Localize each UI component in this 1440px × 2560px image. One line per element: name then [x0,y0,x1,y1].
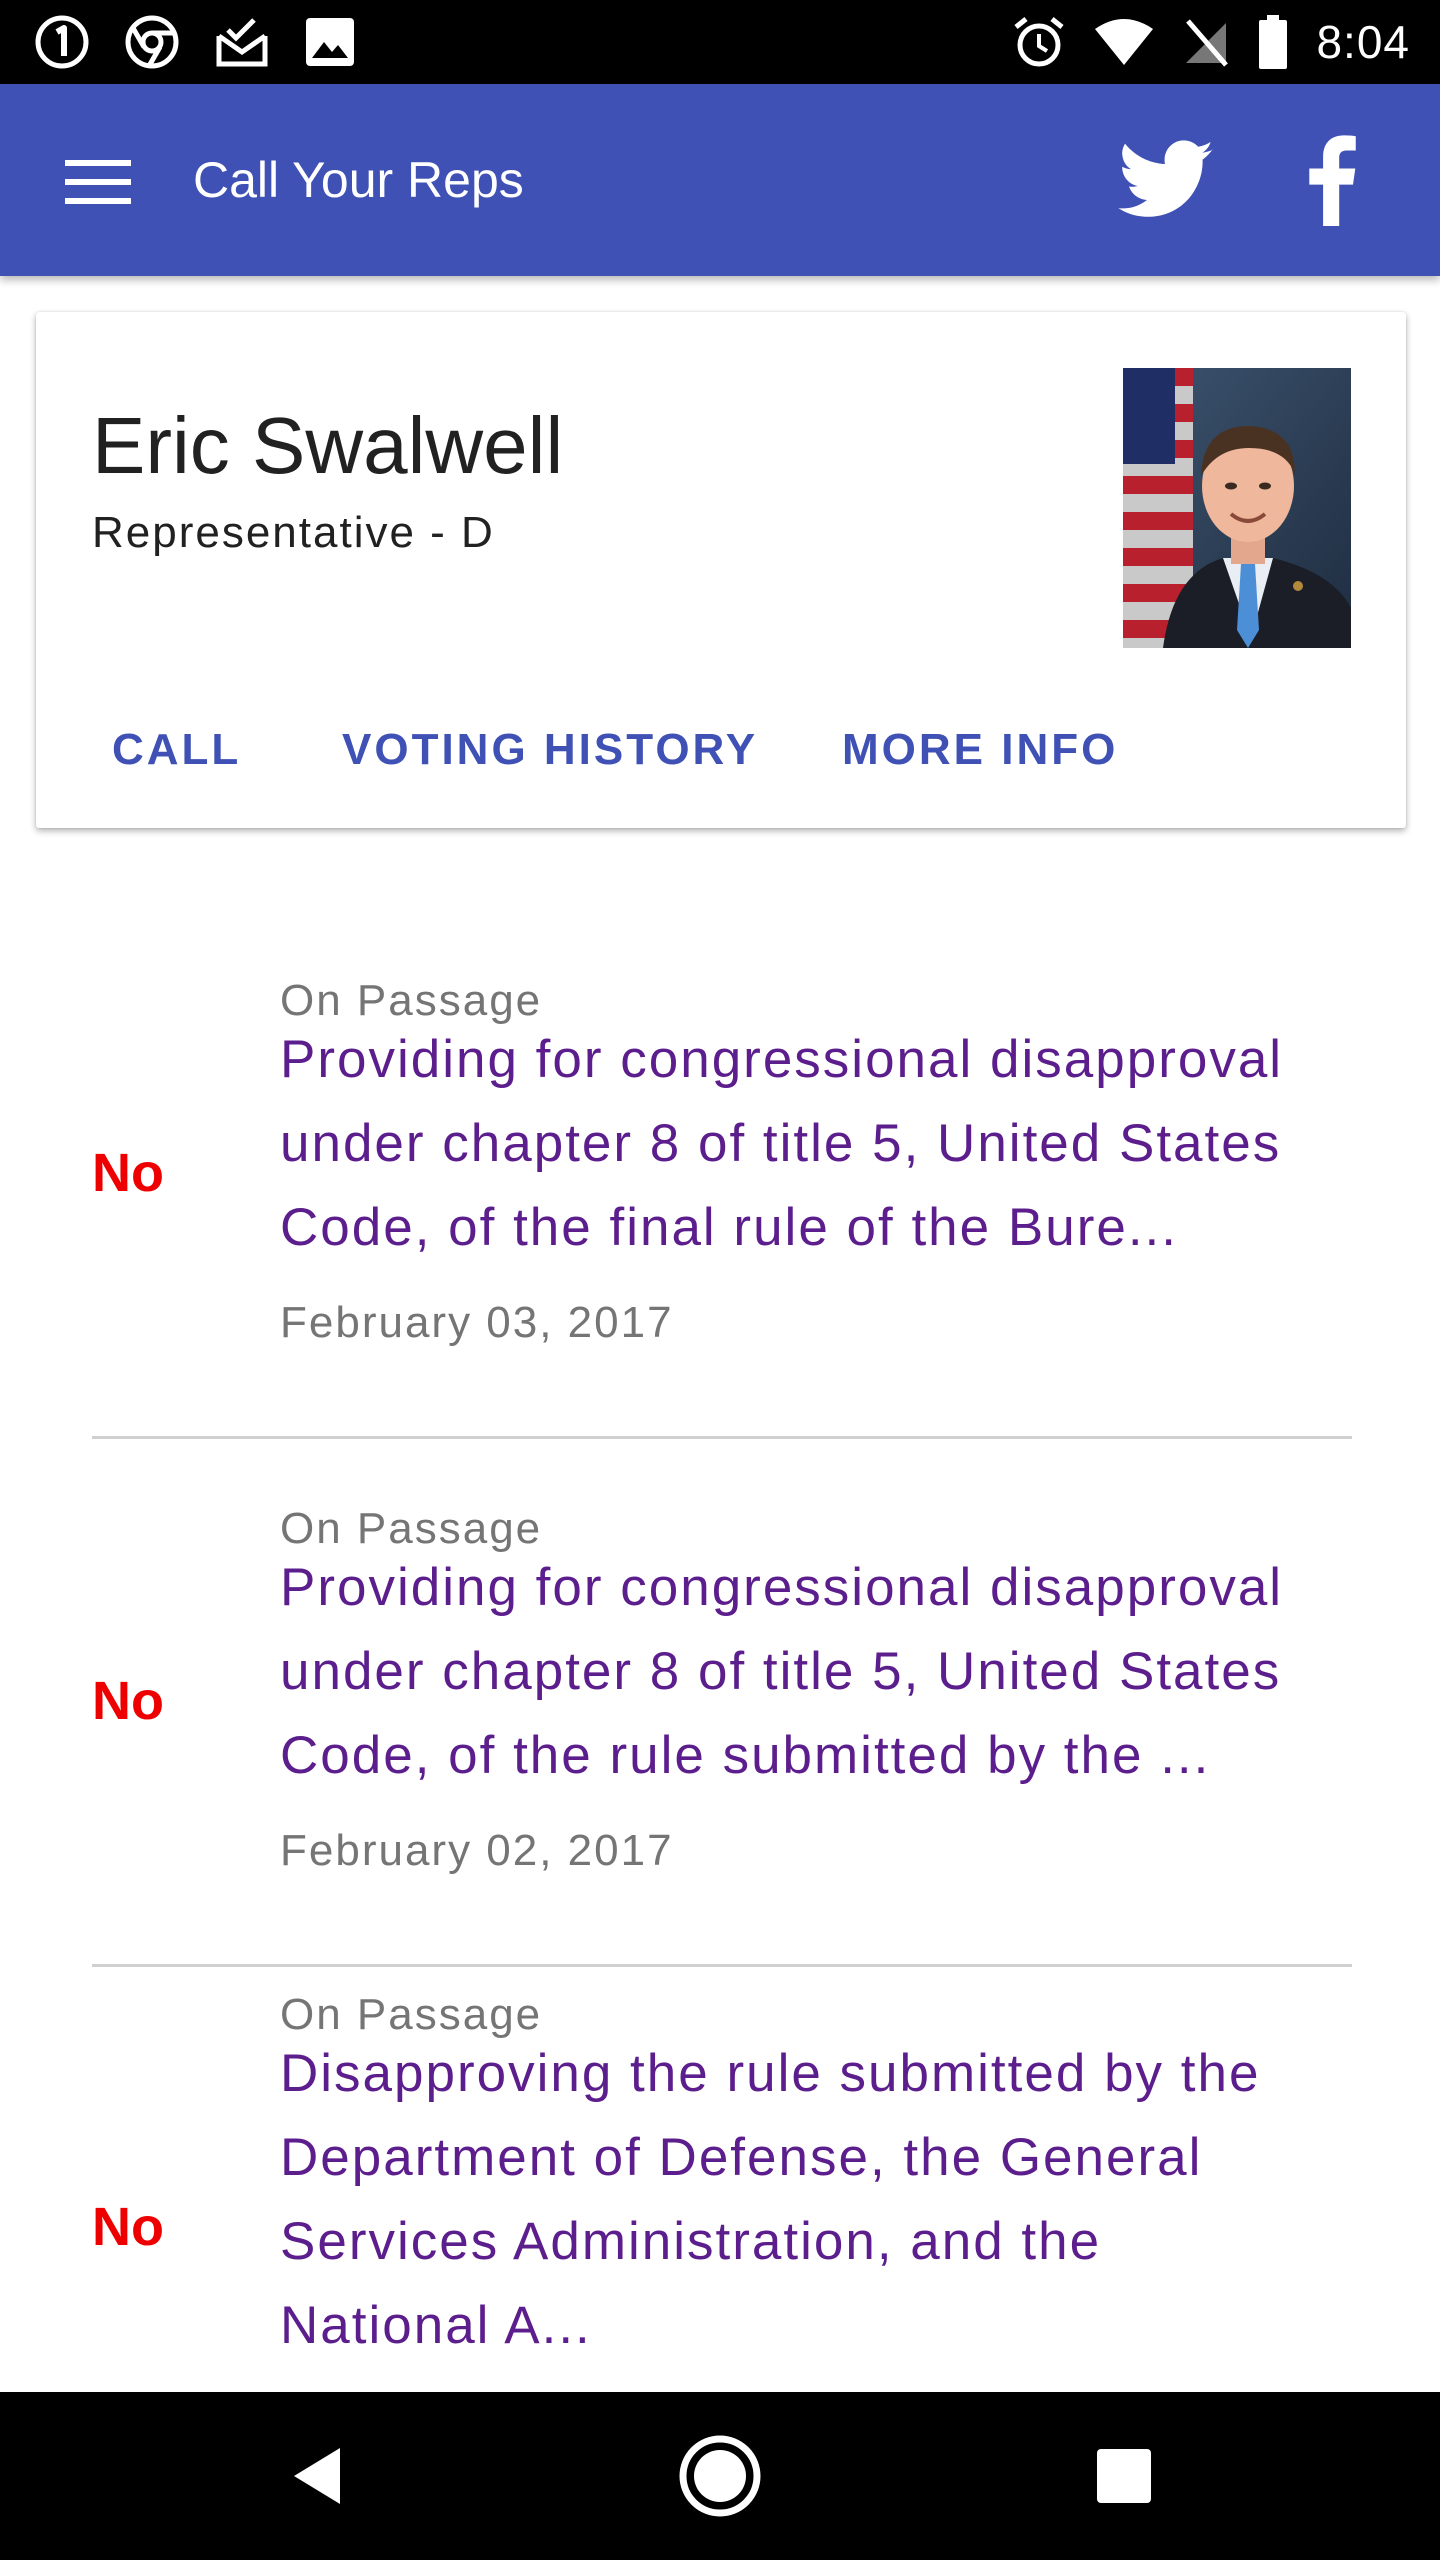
app-title: Call Your Reps [193,152,524,208]
divider [92,1964,1352,1967]
vote-position: No [92,2197,164,2257]
vote-description-line: under chapter 8 of title 5, United State… [280,1114,1282,1173]
back-button[interactable] [256,2416,376,2536]
status-bar: 8:04 [0,0,1440,84]
wifi-icon [1095,19,1154,65]
recents-button[interactable] [1064,2416,1184,2536]
more-info-button[interactable]: MORE INFO [842,702,1118,798]
vote-description: Disapproving the rule submitted by the D… [280,2032,1360,2368]
menu-button[interactable] [50,134,146,230]
vote-description-line: Providing for congressional disapproval [280,1558,1284,1617]
vote-item[interactable]: No On Passage Providing for congressiona… [0,976,1440,1372]
representative-role: Representative - D [92,508,495,557]
no-signal-icon [1186,19,1229,67]
clock: 8:04 [1316,16,1410,68]
battery-icon [1259,15,1288,69]
twitter-button[interactable] [1112,132,1222,228]
vote-date: February 03, 2017 [280,1298,674,1347]
vote-description-line: Department of Defense, the General [280,2128,1203,2187]
alarm-icon [1014,17,1065,67]
divider [92,1436,1352,1439]
vote-description-line: Services Administration, and the [280,2212,1102,2271]
screen: 8:04 Call Your Reps Eric Swalwell Repres… [0,0,1440,2560]
vote-description: Providing for congressional disapproval … [280,1546,1360,1798]
vote-description-line: Disapproving the rule submitted by the [280,2044,1261,2103]
chrome-icon [125,15,179,69]
vote-description-line: under chapter 8 of title 5, United State… [280,1642,1282,1701]
twitter-icon [1118,140,1214,217]
image-icon [306,18,354,66]
one-password-icon [35,15,89,69]
representative-name: Eric Swalwell [92,401,564,490]
vote-description: Providing for congressional disapproval … [280,1018,1360,1270]
representative-portrait [1123,368,1351,648]
status-bar-system: 8:04 [1012,14,1410,70]
home-button[interactable] [660,2416,780,2536]
vote-date: February 02, 2017 [280,1826,674,1875]
facebook-icon [1309,135,1356,226]
vote-item[interactable]: No On Passage Disapproving the rule subm… [0,1990,1440,2410]
vote-description-line: National A... [280,2296,592,2355]
hamburger-menu-icon [65,160,131,204]
facebook-button[interactable] [1280,128,1380,232]
navigation-bar [0,2392,1440,2560]
status-bar-notifications [34,14,356,70]
representative-card: Eric Swalwell Representative - D CALL VO… [36,312,1406,828]
vote-description-line: Code, of the rule submitted by the ... [280,1726,1211,1785]
card-actions: CALL VOTING HISTORY MORE INFO [36,702,1406,798]
voting-history-button[interactable]: VOTING HISTORY [342,702,758,798]
app-bar: Call Your Reps [0,84,1440,276]
recents-icon [1097,2449,1151,2503]
vote-item[interactable]: No On Passage Providing for congressiona… [0,1504,1440,1900]
vote-description-line: Providing for congressional disapproval [280,1030,1284,1089]
mail-icon [216,18,268,67]
vote-position: No [92,1671,164,1731]
vote-description-line: Code, of the final rule of the Bure... [280,1198,1178,1257]
vote-position: No [92,1143,164,1203]
call-button[interactable]: CALL [112,702,241,798]
back-icon [294,2448,340,2504]
home-icon [679,2435,761,2517]
